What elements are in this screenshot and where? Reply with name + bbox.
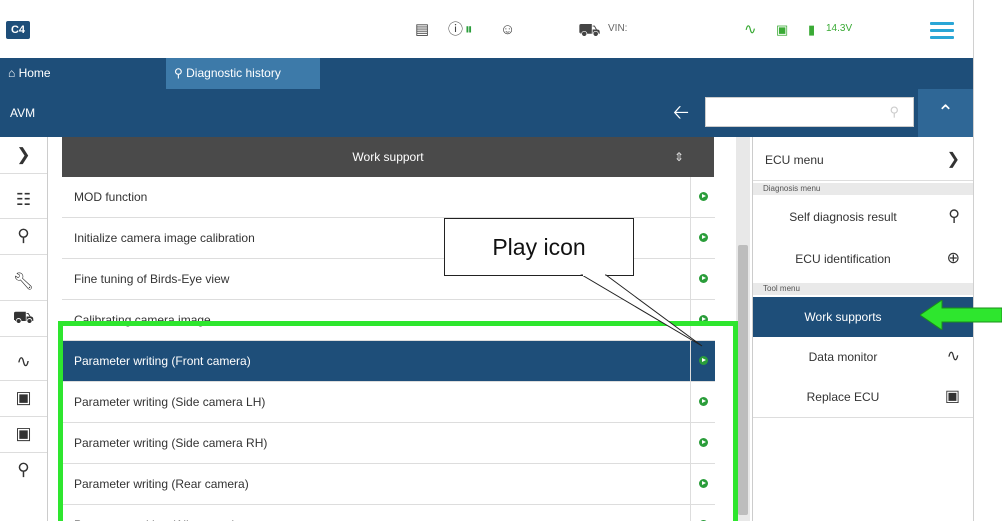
green-arrow-icon: [920, 300, 1002, 330]
app-window: C4 ▤ ⓘ ⏸ ☺ ⛟ VIN: ∿ ▣ ▮ 14.3V ⌂ Home ⚲ D…: [0, 0, 974, 521]
callout-pointer-shape: [580, 274, 703, 347]
callout-pointer: [580, 274, 703, 347]
